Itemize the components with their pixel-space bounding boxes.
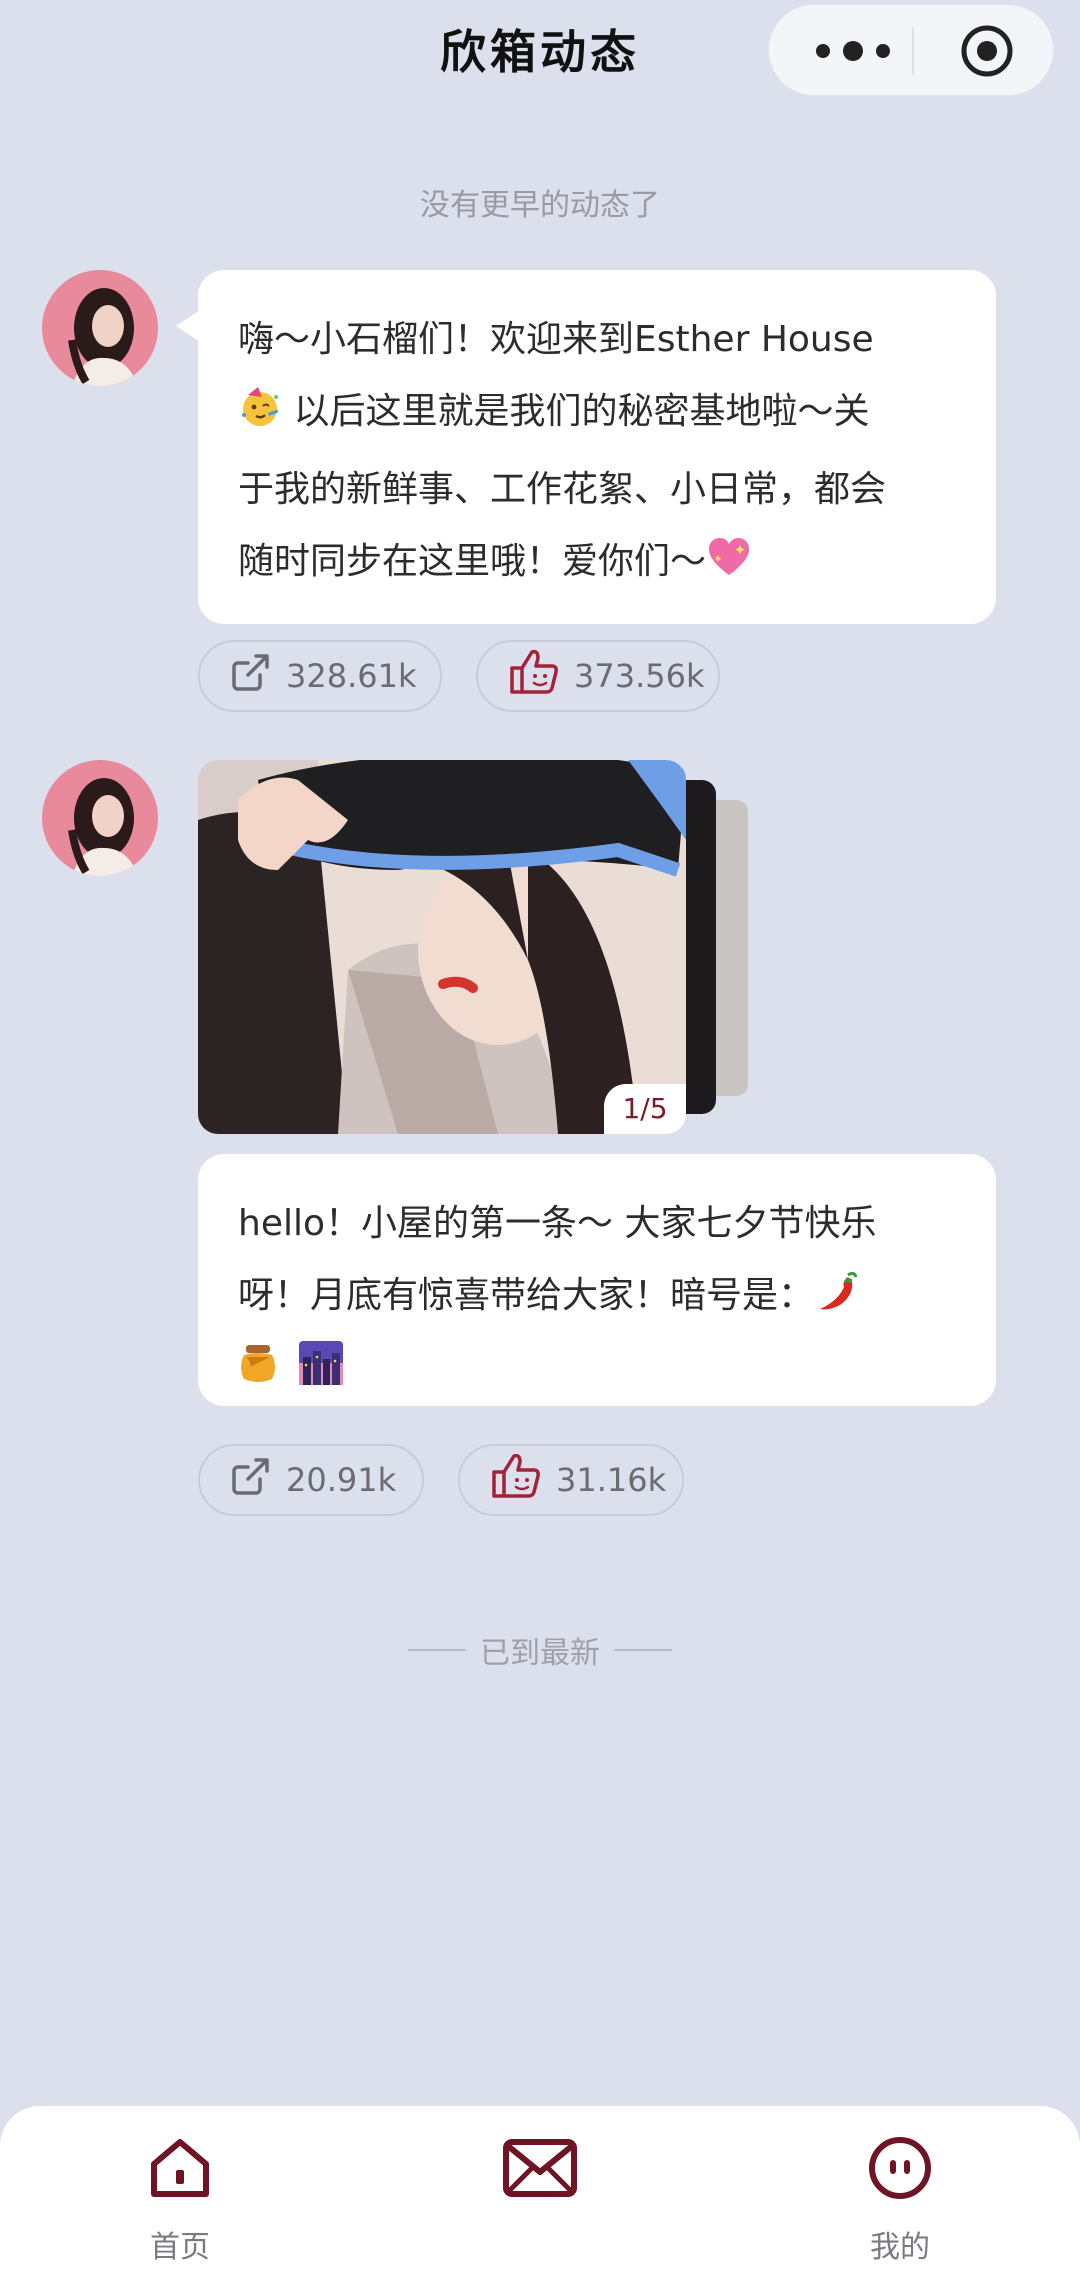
post-text-line: hello！小屋的第一条～ 大家七夕节快乐 — [238, 1203, 877, 1244]
share-count: 20.91k — [286, 1461, 397, 1499]
image-gallery[interactable]: 1/5 — [198, 760, 758, 1134]
more-icon[interactable] — [809, 5, 909, 97]
like-count: 373.56k — [574, 657, 705, 695]
post-text-bubble: 嗨～小石榴们！欢迎来到Esther House 以后这里就是我们的秘密基地啦～关… — [176, 270, 996, 624]
latest-hint: 已到最新 — [0, 1628, 1080, 1672]
share-icon — [230, 1455, 272, 1505]
mail-icon — [503, 2139, 577, 2197]
tab-profile[interactable]: 我的 — [800, 2106, 1000, 2266]
post-text-bubble: hello！小屋的第一条～ 大家七夕节快乐 呀！月底有惊喜带给大家！暗号是： — [198, 1154, 996, 1406]
honey-pot-emoji — [238, 1341, 278, 1404]
tab-messages[interactable] — [440, 2106, 640, 2266]
thumbs-up-smile-icon — [508, 648, 560, 704]
thumbs-up-smile-icon — [490, 1452, 542, 1508]
share-button[interactable]: 328.61k — [198, 640, 442, 712]
post-text-line: 呀！月底有惊喜带给大家！暗号是： — [238, 1260, 956, 1338]
like-button[interactable]: 373.56k — [476, 640, 720, 712]
home-icon — [151, 2139, 209, 2197]
party-face-emoji — [238, 382, 282, 454]
avatar[interactable] — [42, 760, 158, 876]
post-text-line: 于我的新鲜事、工作花絮、小日常，都会 — [238, 469, 887, 510]
share-button[interactable]: 20.91k — [198, 1444, 424, 1516]
divider-line — [614, 1649, 672, 1651]
bottom-tab-bar: 首页 我的 — [0, 2106, 1080, 2276]
tab-home[interactable]: 首页 — [80, 2106, 280, 2266]
avatar[interactable] — [42, 270, 158, 386]
post-text-line — [238, 1338, 956, 1404]
share-count: 328.61k — [286, 657, 417, 695]
capsule-divider — [912, 27, 914, 75]
chili-pepper-emoji — [814, 1266, 860, 1338]
cityscape-dusk-emoji — [299, 1341, 344, 1404]
profile-icon — [869, 2137, 931, 2199]
mini-program-capsule — [768, 4, 1054, 96]
share-icon — [230, 651, 272, 701]
like-button[interactable]: 31.16k — [458, 1444, 684, 1516]
close-miniprogram-icon[interactable] — [959, 23, 1015, 79]
gallery-photo[interactable]: 1/5 — [198, 760, 686, 1134]
latest-hint-text: 已到最新 — [480, 1636, 600, 1671]
like-count: 31.16k — [556, 1461, 667, 1499]
image-counter: 1/5 — [604, 1084, 686, 1134]
post-text-line: 随时同步在这里哦！爱你们～ — [238, 526, 956, 604]
tab-label: 我的 — [870, 2230, 930, 2265]
post-text-line: 以后这里就是我们的秘密基地啦～关 — [238, 376, 956, 454]
no-earlier-hint: 没有更早的动态了 — [420, 188, 660, 223]
post-text-line: 嗨～小石榴们！欢迎来到Esther House — [238, 319, 874, 360]
divider-line — [408, 1649, 466, 1651]
sparkling-heart-emoji — [706, 532, 752, 604]
tab-label: 首页 — [150, 2230, 210, 2265]
